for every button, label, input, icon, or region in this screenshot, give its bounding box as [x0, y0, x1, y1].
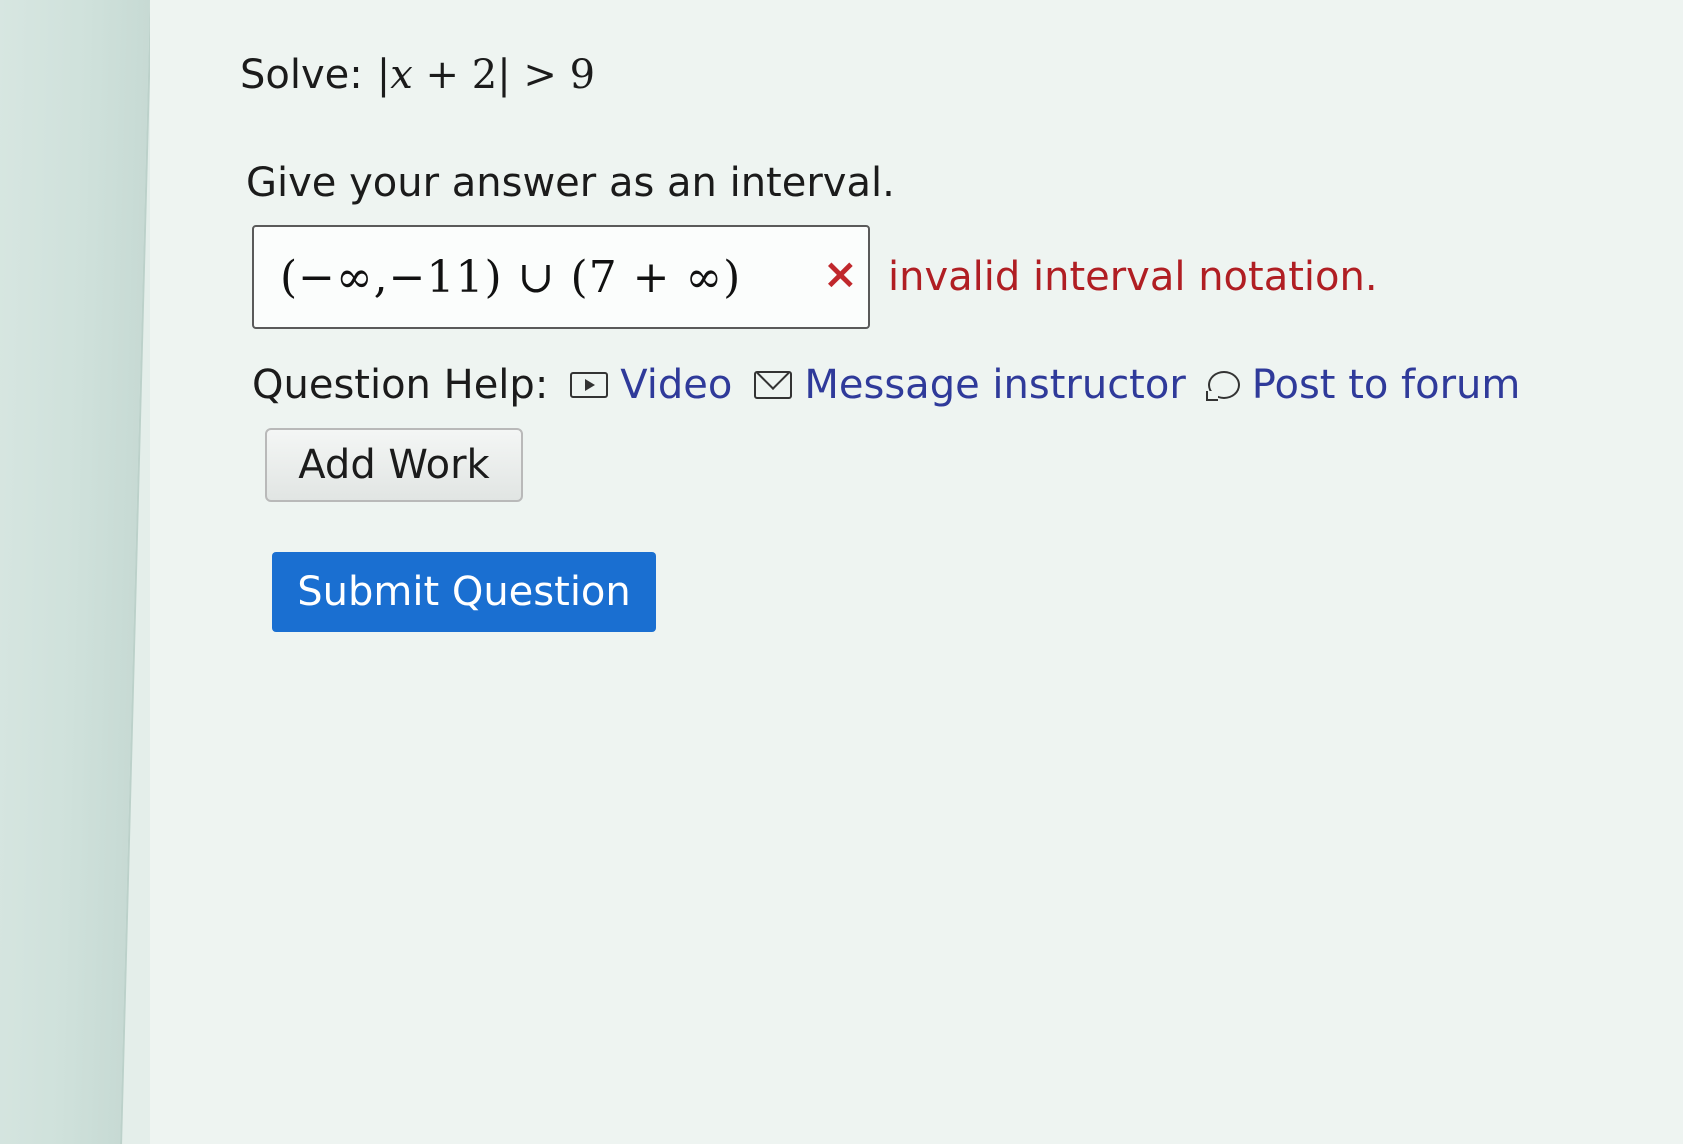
message-instructor-link[interactable]: Message instructor — [754, 362, 1186, 408]
problem-label: Solve: — [240, 52, 363, 98]
incorrect-x-icon: × — [822, 249, 858, 298]
forum-icon — [1205, 371, 1240, 401]
video-link[interactable]: Video — [570, 362, 732, 408]
question-help: Question Help: Video Message instructor … — [252, 362, 1520, 408]
answer-input[interactable]: (−∞,−11) ∪ (7 + ∞) × — [252, 225, 870, 329]
post-to-forum-link[interactable]: Post to forum — [1205, 362, 1520, 408]
video-icon — [570, 372, 609, 398]
left-margin-panel — [0, 0, 153, 1144]
answer-instruction: Give your answer as an interval. — [246, 160, 895, 206]
answer-row: (−∞,−11) ∪ (7 + ∞) × invalid interval no… — [252, 225, 1378, 329]
question-help-label: Question Help: — [252, 362, 549, 408]
problem-statement: Solve: |x + 2| > 9 — [240, 52, 595, 98]
answer-value: (−∞,−11) ∪ (7 + ∞) — [280, 251, 742, 303]
answer-feedback: invalid interval notation. — [888, 254, 1378, 300]
mail-icon — [754, 371, 793, 399]
add-work-button[interactable]: Add Work — [265, 428, 523, 502]
submit-question-button[interactable]: Submit Question — [272, 552, 656, 632]
problem-expression: |x + 2| > 9 — [376, 52, 596, 98]
